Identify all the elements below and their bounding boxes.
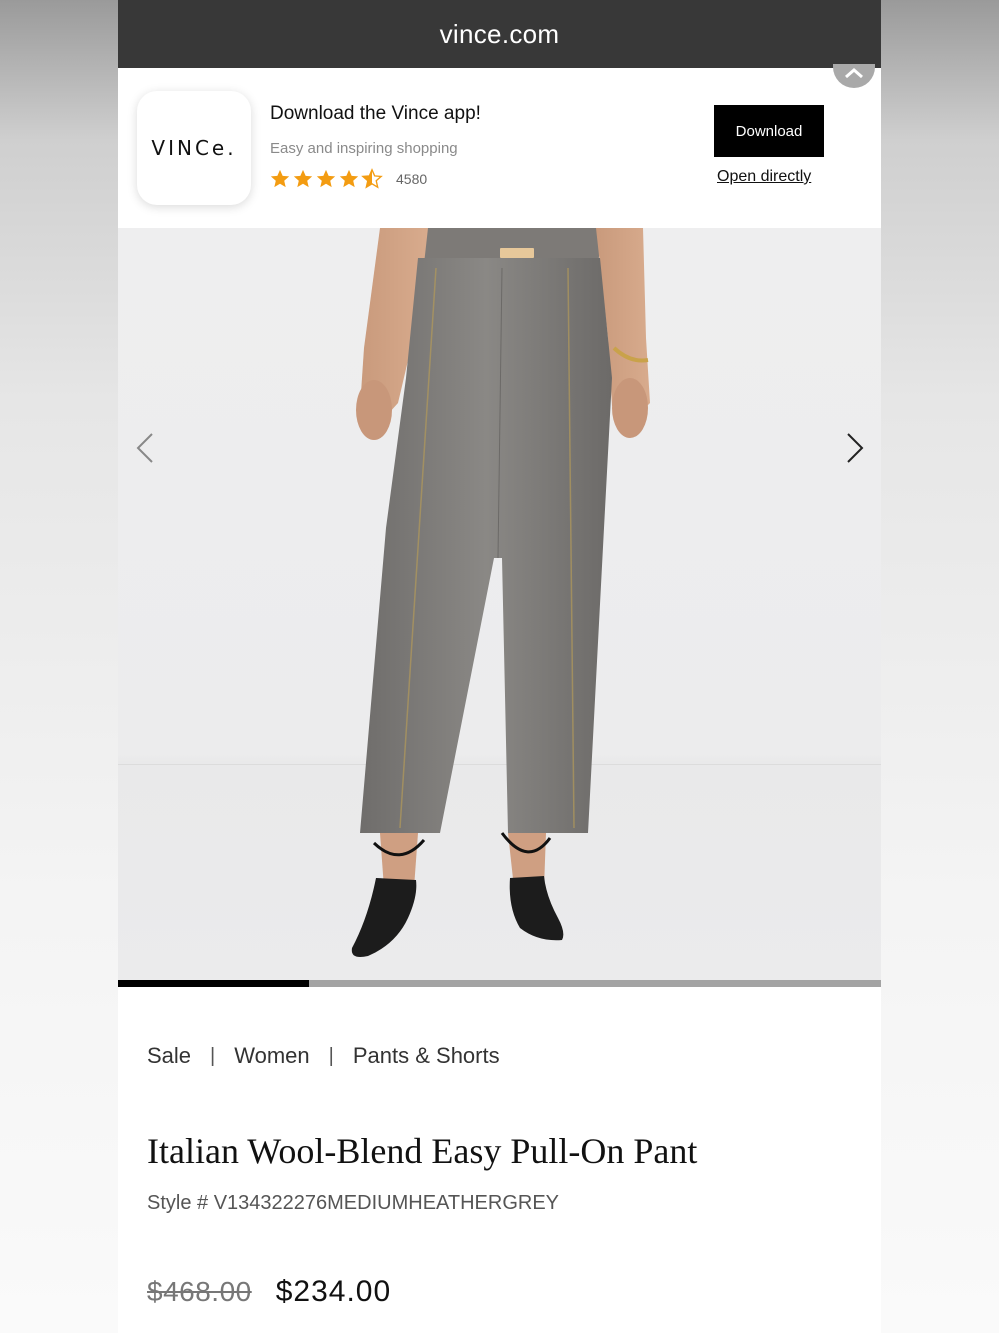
gallery-progress-bar [118,980,881,987]
breadcrumb-item-sale[interactable]: Sale [147,1043,191,1069]
brand-logo: VINCe. [151,136,237,160]
style-number: Style # V134322276MEDIUMHEATHERGREY [147,1192,560,1214]
open-directly-link[interactable]: Open directly [717,168,811,186]
chevron-up-icon [845,68,863,78]
star-icon [316,169,336,188]
star-icon [339,169,359,188]
download-app-button[interactable]: Download [714,105,824,157]
app-download-banner: VINCe. Download the Vince app! Easy and … [118,64,881,228]
next-image-icon[interactable] [840,428,870,468]
product-image-gallery[interactable] [118,228,881,980]
star-icon [270,169,290,188]
banner-subtitle: Easy and inspiring shopping [270,140,458,157]
app-rating: 4580 [269,168,427,190]
product-title: Italian Wool-Blend Easy Pull-On Pant [147,1131,698,1171]
original-price: $468.00 [147,1276,252,1307]
url-text: vince.com [439,18,560,49]
mobile-viewport: vince.com VINCe. Download the Vince app!… [118,0,881,1333]
star-icon [293,169,313,188]
product-image [351,228,650,957]
breadcrumb-item-women[interactable]: Women [234,1043,309,1069]
breadcrumb: Sale | Women | Pants & Shorts [147,1043,500,1069]
price-row: $468.00 $234.00 [147,1275,391,1309]
rating-count: 4580 [396,171,428,187]
breadcrumb-separator: | [210,1044,216,1067]
vince-app-icon[interactable]: VINCe. [137,91,251,205]
breadcrumb-item-pants-shorts[interactable]: Pants & Shorts [353,1043,500,1069]
close-banner-button[interactable] [833,64,875,88]
banner-title: Download the Vince app! [270,103,481,124]
breadcrumb-separator: | [328,1044,334,1067]
half-star-icon [361,168,383,189]
browser-url-bar[interactable]: vince.com [118,0,881,68]
sale-price: $234.00 [275,1275,392,1308]
gallery-progress-fill [118,980,309,987]
previous-image-icon[interactable] [130,428,160,468]
